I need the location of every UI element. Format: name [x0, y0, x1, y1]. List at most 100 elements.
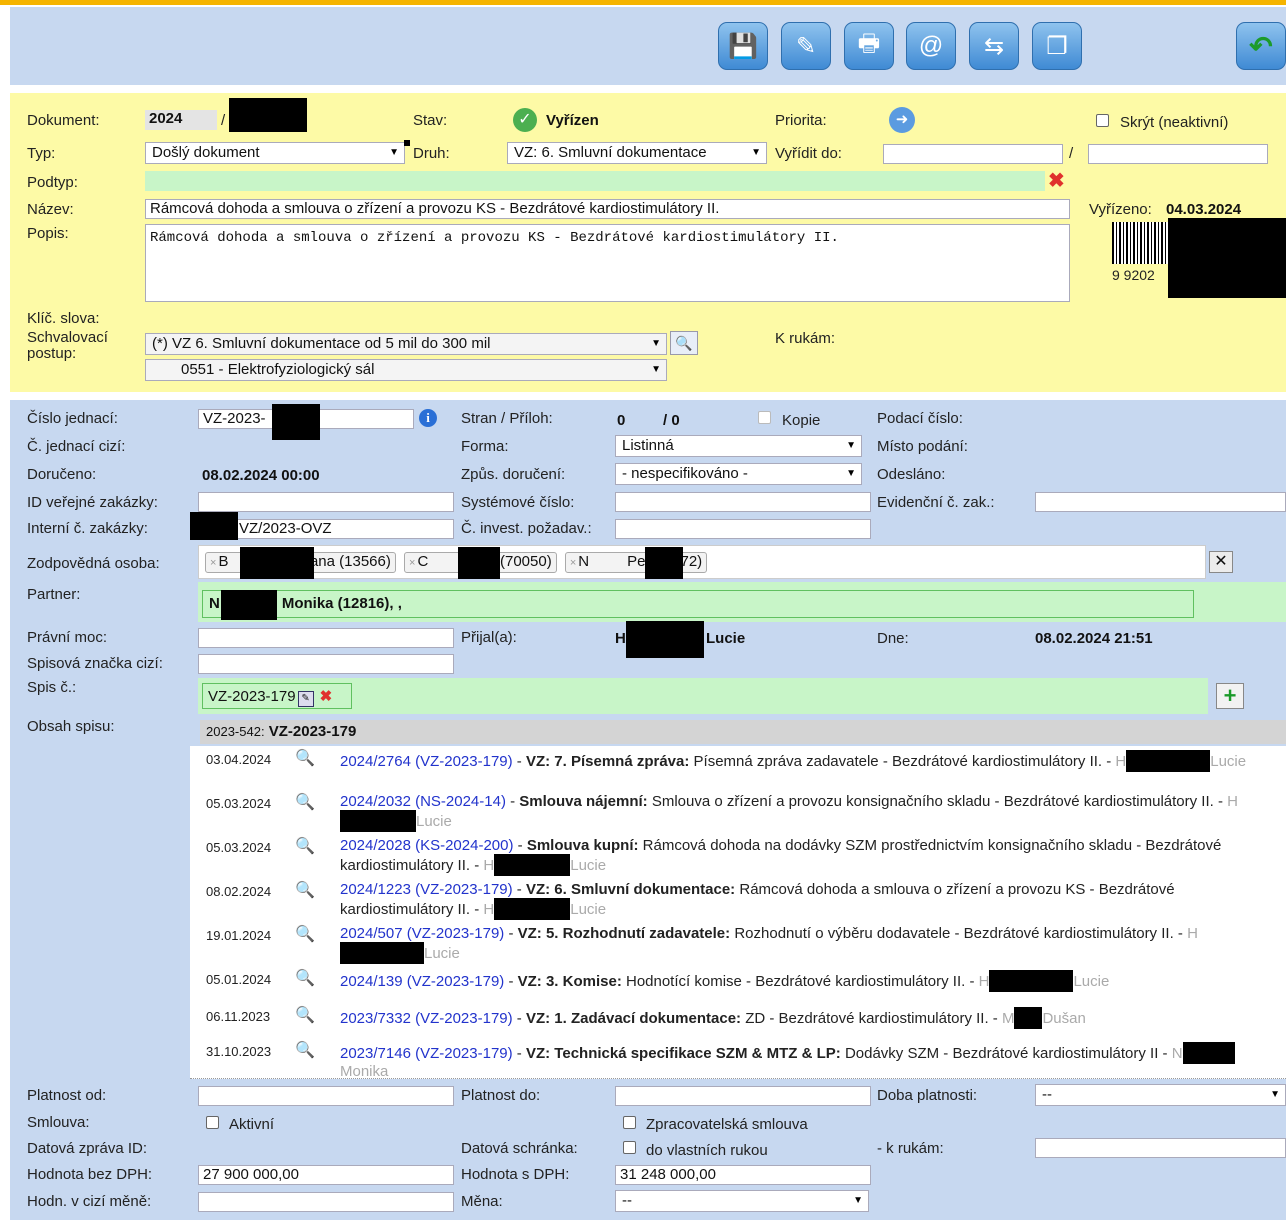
- magnifier-icon[interactable]: 🔍: [295, 880, 315, 900]
- email-button[interactable]: @: [906, 22, 956, 70]
- magnifier-icon[interactable]: 🔍: [295, 968, 315, 988]
- hodnota-bez-dph-input[interactable]: 27 900 000,00: [198, 1165, 454, 1185]
- redacted-block: [1168, 218, 1286, 298]
- zodpovedna-osoba-field[interactable]: ×BJana (13566) ×CFilip (70050) ×NPetr (2…: [198, 545, 1206, 579]
- add-spis-button[interactable]: +: [1216, 683, 1244, 709]
- spis-list-item[interactable]: 05.03.2024 🔍 2024/2032 (NS-2024-14) - Smlo…: [190, 790, 1286, 835]
- redacted-block: [494, 898, 571, 920]
- document-link[interactable]: 2024/2764 (VZ-2023-179): [340, 753, 513, 770]
- invest-pozadavek-input[interactable]: [615, 519, 871, 539]
- schvalovaci-select[interactable]: (*) VZ 6. Smluvní dokumentace od 5 mil d…: [145, 333, 667, 355]
- item-date: 05.03.2024: [206, 796, 272, 811]
- magnifier-icon[interactable]: 🔍: [295, 792, 315, 812]
- info-icon[interactable]: i: [419, 409, 437, 427]
- spis-list-item[interactable]: 06.11.2023 🔍 2023/7332 (VZ-2023-179) - VZ:…: [190, 1001, 1286, 1037]
- magnifier-icon[interactable]: 🔍: [295, 1005, 315, 1025]
- print-button[interactable]: 🖶: [844, 22, 894, 70]
- item-type: Smlouva nájemní:: [519, 793, 648, 810]
- hodnota-cizi-mena-input[interactable]: [198, 1192, 454, 1212]
- item-author-initial: H: [483, 857, 495, 874]
- schvalovaci-label: Schvalovací postup:: [27, 329, 108, 362]
- evidencni-cislo-input[interactable]: [1035, 492, 1286, 512]
- spisova-znacka-input[interactable]: [198, 654, 454, 674]
- spis-list-item[interactable]: 03.04.2024 🔍 2024/2764 (VZ-2023-179) - VZ:…: [190, 746, 1286, 791]
- spis-list-item[interactable]: 08.02.2024 🔍 2024/1223 (VZ-2023-179) - VZ:…: [190, 878, 1286, 923]
- spis-list-item[interactable]: 05.01.2024 🔍 2024/139 (VZ-2023-179) - VZ: …: [190, 966, 1286, 1002]
- popis-textarea[interactable]: Rámcová dohoda a smlouva o zřízení a pro…: [145, 224, 1070, 302]
- document-link[interactable]: 2023/7146 (VZ-2023-179): [340, 1045, 513, 1062]
- magnifier-icon[interactable]: 🔍: [295, 924, 315, 944]
- podtyp-field[interactable]: [145, 171, 1045, 191]
- item-description: Dodávky SZM - Bezdrátové kardiostimuláto…: [844, 1045, 1168, 1062]
- obsah-spisu-header: 2023-542: VZ-2023-179: [200, 720, 1286, 744]
- aktivni-checkbox[interactable]: [206, 1116, 219, 1129]
- druh-select[interactable]: VZ: 6. Smluvní dokumentace: [507, 142, 767, 164]
- priority-arrow-icon[interactable]: ➜: [889, 107, 915, 133]
- platnost-od-input[interactable]: [198, 1086, 454, 1106]
- schvalovaci-sub-select[interactable]: 0551 - Elektrofyziologický sál: [145, 359, 667, 381]
- document-link[interactable]: 2024/2028 (KS-2024-200): [340, 837, 513, 854]
- spis-list-item[interactable]: 31.10.2023 🔍 2023/7146 (VZ-2023-179) - VZ:…: [190, 1036, 1286, 1080]
- document-link[interactable]: 2024/507 (VZ-2023-179): [340, 925, 504, 942]
- vyridit-time-input[interactable]: [1088, 144, 1268, 164]
- pravni-moc-input[interactable]: [198, 628, 454, 648]
- vlastni-rukou-checkbox[interactable]: [623, 1141, 636, 1154]
- save-button[interactable]: 💾: [718, 22, 768, 70]
- systemove-cislo-input[interactable]: [615, 492, 871, 512]
- item-author-initial: H: [483, 901, 495, 918]
- datova-schranka-label: Datová schránka:: [461, 1140, 578, 1157]
- platnost-od-label: Platnost od:: [27, 1087, 107, 1104]
- skryt-checkbox[interactable]: [1096, 114, 1109, 127]
- person-tag[interactable]: ×NPetr (2872): [564, 552, 708, 573]
- refresh-button[interactable]: ⇆: [969, 22, 1019, 70]
- k-rukam-input[interactable]: [1035, 1138, 1286, 1158]
- document-link[interactable]: 2024/1223 (VZ-2023-179): [340, 881, 513, 898]
- item-type: VZ: 6. Smluvní dokumentace:: [525, 881, 736, 898]
- spis-field[interactable]: VZ-2023-179 ✎ ✖: [202, 683, 352, 709]
- platnost-do-input[interactable]: [615, 1086, 871, 1106]
- doba-platnosti-select[interactable]: --: [1035, 1084, 1286, 1106]
- item-author-name: Dušan: [1042, 1010, 1086, 1027]
- magnifier-icon[interactable]: 🔍: [295, 836, 315, 856]
- edit-button[interactable]: ✎: [781, 22, 831, 70]
- id-verejne-zakazky-input[interactable]: [198, 492, 454, 512]
- document-link[interactable]: 2024/139 (VZ-2023-179): [340, 973, 504, 990]
- typ-label: Typ:: [27, 145, 56, 162]
- vyridit-date-input[interactable]: [883, 144, 1063, 164]
- mena-select[interactable]: --: [615, 1190, 869, 1212]
- edit-icon: ✎: [795, 32, 817, 60]
- edit-spis-icon[interactable]: ✎: [297, 691, 314, 707]
- remove-spis-icon[interactable]: ✖: [320, 688, 333, 705]
- copy-button[interactable]: ❐: [1032, 22, 1082, 70]
- magnifier-icon[interactable]: 🔍: [295, 748, 315, 768]
- id-verejne-zakazky-label: ID veřejné zakázky:: [27, 494, 158, 511]
- typ-select[interactable]: Došlý dokument: [145, 142, 405, 164]
- redacted-block: [1014, 1007, 1043, 1029]
- redacted-block: [272, 404, 320, 440]
- zpracovatelska-checkbox[interactable]: [623, 1116, 636, 1129]
- spisova-znacka-label: Spisová značka cizí:: [27, 655, 163, 672]
- zpusob-doruceni-select[interactable]: - nespecifikováno -: [615, 463, 862, 485]
- magnifier-icon[interactable]: 🔍: [295, 1040, 315, 1060]
- spis-list-item[interactable]: 19.01.2024 🔍 2024/507 (VZ-2023-179) - VZ: …: [190, 922, 1286, 967]
- kopie-checkbox[interactable]: [758, 411, 771, 424]
- toolbar: 💾 ✎ 🖶 @ ⇆ ❐ ↶: [10, 7, 1286, 85]
- item-description: Smlouva o zřízení a provozu konsignačníh…: [651, 793, 1223, 810]
- k-rukam-label: - k rukám:: [877, 1140, 944, 1157]
- spis-list-item[interactable]: 05.03.2024 🔍 2024/2028 (KS-2024-200) - Sml…: [190, 834, 1286, 879]
- clear-podtyp-icon[interactable]: ✖: [1048, 168, 1065, 193]
- hodnota-s-dph-input[interactable]: 31 248 000,00: [615, 1165, 871, 1185]
- document-link[interactable]: 2023/7332 (VZ-2023-179): [340, 1010, 513, 1027]
- nazev-input[interactable]: Rámcová dohoda a smlouva o zřízení a pro…: [145, 199, 1070, 219]
- item-type: VZ: 1. Zadávací dokumentace:: [525, 1010, 742, 1027]
- clear-persons-icon[interactable]: ✕: [1209, 551, 1233, 573]
- odeslano-label: Odesláno:: [877, 466, 946, 483]
- forma-select[interactable]: Listinná: [615, 435, 862, 457]
- partner-field[interactable]: N Monika (12816), ,: [202, 590, 1194, 618]
- item-date: 05.03.2024: [206, 840, 272, 855]
- document-link[interactable]: 2024/2032 (NS-2024-14): [340, 793, 506, 810]
- search-icon[interactable]: 🔍: [670, 331, 698, 355]
- back-button[interactable]: ↶: [1236, 22, 1286, 70]
- dokument-year-field[interactable]: 2024: [145, 110, 217, 130]
- item-description: Písemná zpráva zadavatele - Bezdrátové k…: [693, 753, 1112, 770]
